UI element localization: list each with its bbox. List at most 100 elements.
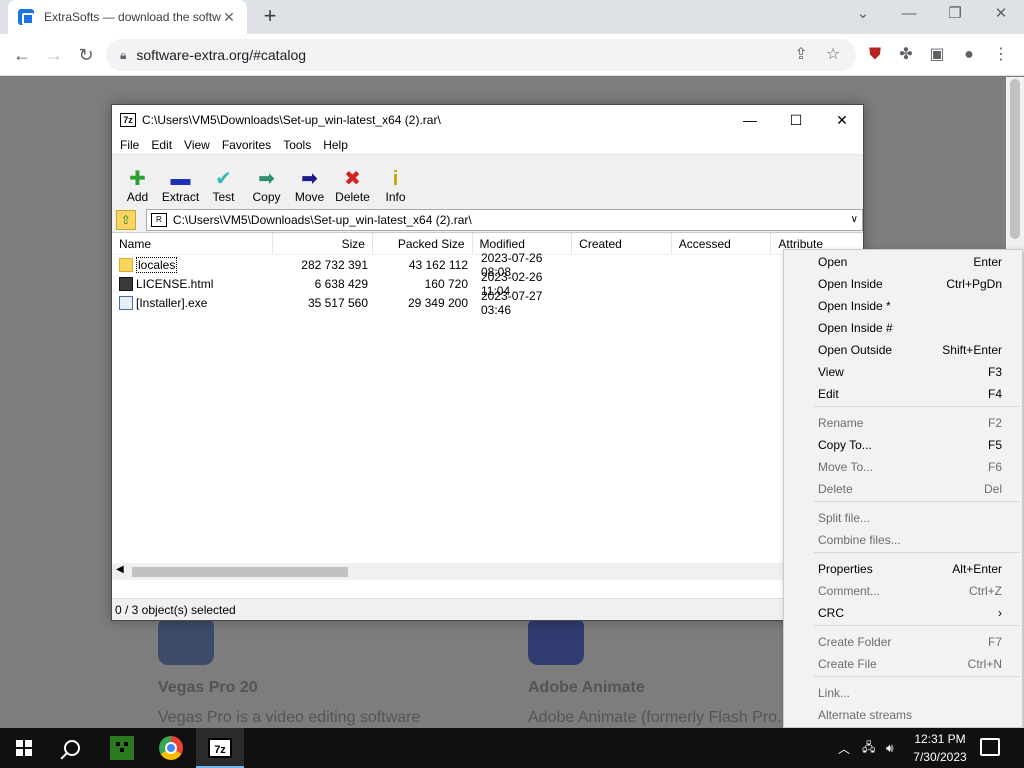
menu-file[interactable]: File bbox=[114, 138, 145, 152]
menu-item-open-outside[interactable]: Open Outside Shift+Enter bbox=[784, 339, 1022, 361]
browser-toolbar: ← → ↻ 🔒︎ software-extra.org/#catalog ⇪ ☆… bbox=[0, 34, 1024, 76]
menu-item-link[interactable]: Link... bbox=[784, 682, 1022, 704]
menu-item-open-inside[interactable]: Open Inside Ctrl+PgDn bbox=[784, 273, 1022, 295]
info-button[interactable]: i Info bbox=[374, 168, 417, 204]
window-close-button[interactable]: ✕ bbox=[978, 0, 1024, 30]
menu-item-split-file[interactable]: Split file... bbox=[784, 507, 1022, 529]
browser-tab[interactable]: ExtraSofts — download the softw ✕ bbox=[8, 0, 247, 34]
menu-item-rename[interactable]: Rename F2 bbox=[784, 412, 1022, 434]
search-button[interactable] bbox=[48, 728, 96, 768]
scrollbar-thumb[interactable] bbox=[1010, 79, 1020, 239]
tab-close-icon[interactable]: ✕ bbox=[221, 9, 237, 26]
exe-file-icon bbox=[119, 295, 133, 310]
scroll-left-icon[interactable]: ◀ bbox=[116, 564, 124, 575]
menu-item-properties[interactable]: Properties Alt+Enter bbox=[784, 558, 1022, 580]
menu-item-shortcut: F3 bbox=[987, 365, 1002, 379]
sevenzip-minimize-button[interactable]: — bbox=[727, 105, 773, 135]
menu-item-open[interactable]: Open Enter bbox=[784, 251, 1022, 273]
forward-button[interactable]: → bbox=[41, 42, 67, 68]
file-modified: 2023-07-27 03:46 bbox=[481, 288, 543, 317]
minecraft-icon bbox=[110, 736, 134, 760]
chrome-icon bbox=[159, 736, 183, 760]
sevenzip-maximize-button[interactable]: ☐ bbox=[773, 105, 819, 135]
menu-item-open-inside[interactable]: Open Inside * bbox=[784, 295, 1022, 317]
menu-item-label: Open Outside bbox=[818, 343, 893, 357]
menu-item-combine-files[interactable]: Combine files... bbox=[784, 529, 1022, 551]
menu-item-shortcut: F2 bbox=[987, 416, 1002, 430]
menu-item-shortcut: Del bbox=[983, 482, 1002, 496]
share-icon[interactable]: ⇪ bbox=[790, 44, 812, 66]
menu-item-label: Move To... bbox=[818, 460, 874, 474]
folder-up-icon[interactable]: ⇧ bbox=[116, 209, 136, 230]
menu-item-view[interactable]: View F3 bbox=[784, 361, 1022, 383]
tab-title: ExtraSofts — download the softw bbox=[44, 10, 221, 24]
table-row[interactable]: [Installer].exe 35 517 560 29 349 200 20… bbox=[112, 289, 863, 317]
add-icon: ✚ bbox=[129, 168, 146, 190]
browser-menu-icon[interactable]: ⋮ bbox=[990, 44, 1012, 66]
column-created[interactable]: Created bbox=[572, 233, 672, 254]
tab-search-icon[interactable]: ⌄ bbox=[840, 0, 886, 30]
chrome-taskbar-button[interactable] bbox=[147, 728, 195, 768]
menu-edit[interactable]: Edit bbox=[145, 138, 178, 152]
horizontal-scrollbar[interactable]: ◀ bbox=[112, 563, 863, 580]
menu-help[interactable]: Help bbox=[317, 138, 354, 152]
menu-item-edit[interactable]: Edit F4 bbox=[784, 383, 1022, 405]
menu-item-create-folder[interactable]: Create Folder F7 bbox=[784, 631, 1022, 653]
chevron-down-icon[interactable]: ∨ bbox=[851, 214, 858, 225]
extract-button[interactable]: ▬ Extract bbox=[159, 168, 202, 204]
column-size[interactable]: Size bbox=[273, 233, 373, 254]
sevenzip-menubar: File Edit View Favorites Tools Help bbox=[112, 135, 863, 155]
taskbar-clock[interactable]: 12:31 PM 7/30/2023 bbox=[908, 730, 972, 766]
menu-item-delete[interactable]: Delete Del bbox=[784, 478, 1022, 500]
menu-item-create-file[interactable]: Create File Ctrl+N bbox=[784, 653, 1022, 675]
reload-button[interactable]: ↻ bbox=[73, 42, 99, 68]
archive-path-combobox[interactable]: R C:\Users\VM5\Downloads\Set-up_win-late… bbox=[145, 208, 863, 231]
column-accessed[interactable]: Accessed bbox=[672, 233, 772, 254]
add-button[interactable]: ✚ Add bbox=[116, 168, 159, 204]
move-button[interactable]: ➡ Move bbox=[288, 168, 331, 204]
start-button[interactable] bbox=[0, 728, 48, 768]
address-bar[interactable]: 🔒︎ software-extra.org/#catalog bbox=[106, 39, 856, 71]
html-file-icon bbox=[119, 276, 133, 291]
window-restore-button[interactable]: ❐ bbox=[932, 0, 978, 30]
menu-item-comment[interactable]: Comment... Ctrl+Z bbox=[784, 580, 1022, 602]
column-packed-size[interactable]: Packed Size bbox=[373, 233, 473, 254]
volume-icon[interactable]: 🔊︎ bbox=[886, 728, 894, 768]
side-panel-icon[interactable]: ▣ bbox=[926, 44, 948, 66]
clock-time: 12:31 PM bbox=[914, 732, 966, 746]
profile-avatar-icon[interactable]: ● bbox=[958, 44, 980, 66]
sevenzip-close-button[interactable]: ✕ bbox=[819, 105, 865, 135]
extensions-puzzle-icon[interactable]: ✤ bbox=[895, 44, 917, 66]
ublock-extension-icon[interactable]: ⛊ bbox=[864, 44, 886, 66]
column-name[interactable]: Name bbox=[112, 233, 274, 254]
menu-tools[interactable]: Tools bbox=[277, 138, 317, 152]
menu-item-copy-to[interactable]: Copy To... F5 bbox=[784, 434, 1022, 456]
scrollbar-thumb[interactable] bbox=[132, 567, 348, 577]
delete-button[interactable]: ✖ Delete bbox=[331, 168, 374, 204]
move-label: Move bbox=[294, 190, 325, 204]
notification-center-icon[interactable] bbox=[980, 738, 1000, 756]
menu-item-move-to[interactable]: Move To... F6 bbox=[784, 456, 1022, 478]
window-title: C:\Users\VM5\Downloads\Set-up_win-latest… bbox=[142, 113, 441, 127]
menu-item-crc[interactable]: CRC › bbox=[784, 602, 1022, 624]
window-minimize-button[interactable]: — bbox=[886, 0, 932, 30]
file-name: LICENSE.html bbox=[136, 276, 214, 291]
minecraft-taskbar-button[interactable] bbox=[98, 728, 146, 768]
menu-item-open-inside[interactable]: Open Inside # bbox=[784, 317, 1022, 339]
menu-item-label: Create File bbox=[818, 657, 877, 671]
network-icon[interactable]: 🖧︎ bbox=[862, 728, 875, 768]
bookmark-star-icon[interactable]: ☆ bbox=[822, 44, 844, 66]
menu-item-alternate-streams[interactable]: Alternate streams bbox=[784, 704, 1022, 726]
menu-favorites[interactable]: Favorites bbox=[216, 138, 277, 152]
sevenzip-taskbar-button[interactable]: 7z bbox=[196, 728, 244, 768]
new-tab-button[interactable]: + bbox=[258, 4, 282, 28]
menu-item-label: Open Inside # bbox=[818, 321, 893, 335]
copy-button[interactable]: ➡ Copy bbox=[245, 168, 288, 204]
menu-view[interactable]: View bbox=[178, 138, 216, 152]
lock-icon[interactable]: 🔒︎ bbox=[120, 48, 126, 63]
sevenzip-toolbar: ✚ Add ▬ Extract ✔ Test ➡ Copy ➡ Move ✖ Delete … bbox=[112, 155, 863, 207]
test-button[interactable]: ✔ Test bbox=[202, 168, 245, 204]
back-button[interactable]: ← bbox=[9, 42, 35, 68]
tray-chevron-icon[interactable]: ︿ bbox=[838, 728, 850, 768]
menu-item-label: Alternate streams bbox=[818, 708, 913, 722]
